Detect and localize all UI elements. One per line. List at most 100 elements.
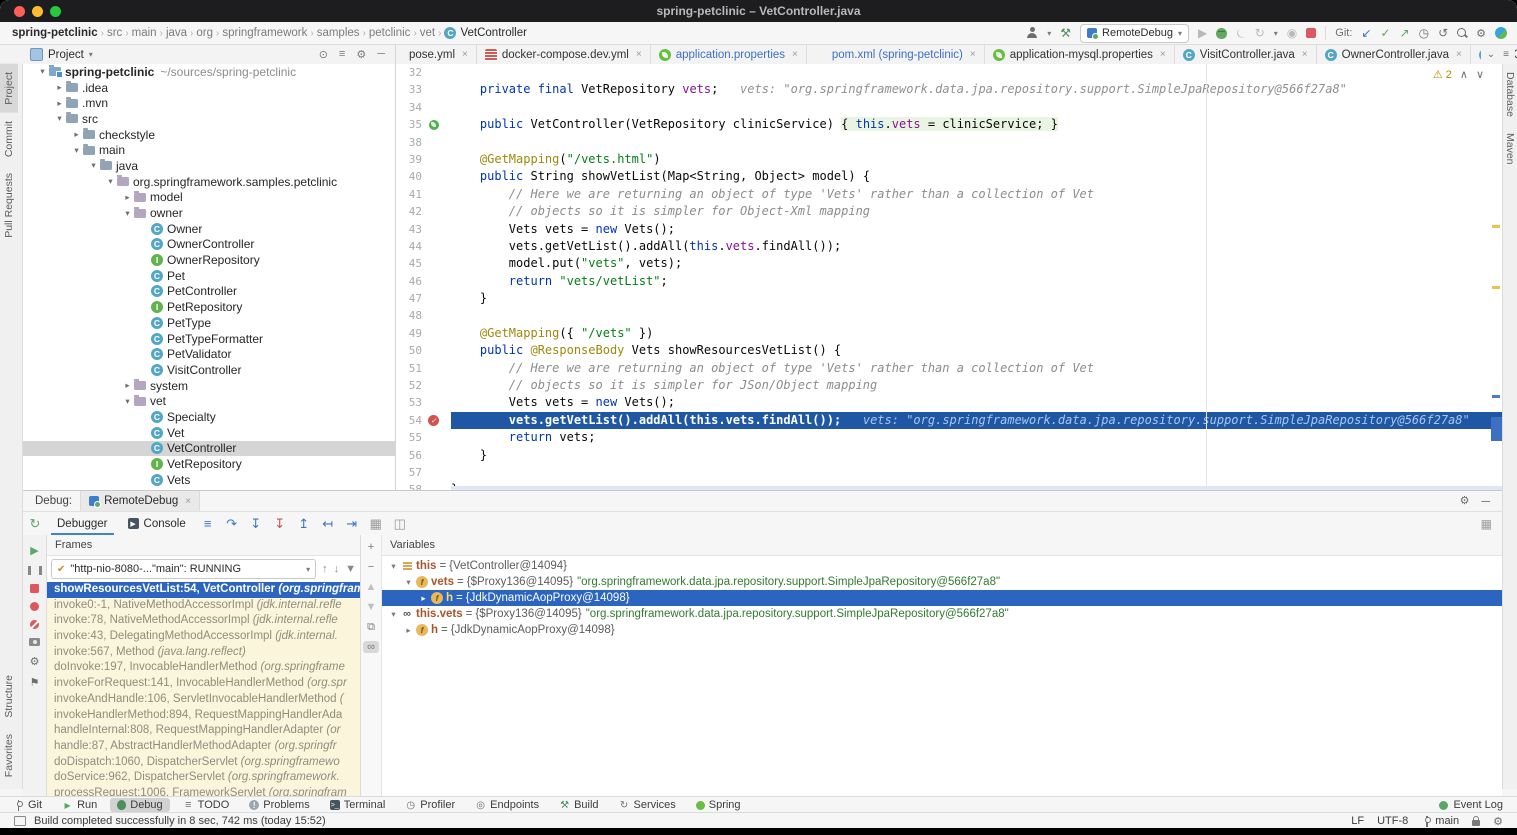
gutter-icon-slot[interactable] xyxy=(426,255,441,272)
breadcrumb-current[interactable]: VetController xyxy=(444,27,526,39)
code-text[interactable]: } xyxy=(451,290,1502,307)
tree-row[interactable]: PetTypeFormatter xyxy=(23,331,395,347)
tool-stripe-tab[interactable]: Database xyxy=(1503,64,1517,125)
code-line[interactable]: 39 @GetMapping("/vets.html") xyxy=(396,151,1502,168)
tree-row[interactable]: OwnerController xyxy=(23,237,395,253)
expand-arrow-icon[interactable]: ▾ xyxy=(388,561,399,572)
tree-row[interactable]: ▸ .mvn xyxy=(23,95,395,111)
drop-frame-icon[interactable]: ↤ xyxy=(316,516,340,532)
step-over-icon[interactable]: ↷ xyxy=(220,516,244,532)
tool-window-button[interactable]: Profiler xyxy=(398,798,462,812)
code-text[interactable]: // objects so it is simpler for JSon/Obj… xyxy=(451,377,1502,394)
close-icon[interactable]: × xyxy=(1456,49,1462,60)
code-text[interactable]: @GetMapping("/vets.html") xyxy=(451,151,1502,168)
breadcrumb-item[interactable]: org xyxy=(196,27,213,39)
breadcrumb-item[interactable]: src xyxy=(107,27,122,39)
tree-row[interactable]: Specialty xyxy=(23,409,395,425)
fold-column[interactable] xyxy=(441,394,451,411)
next-frame-icon[interactable]: ↓ xyxy=(334,563,340,575)
code-text[interactable]: @GetMapping({ "/vets" }) xyxy=(451,325,1502,342)
tree-row[interactable]: ▸ system xyxy=(23,378,395,394)
gutter-icon-slot[interactable] xyxy=(426,64,441,81)
git-commit-icon[interactable]: ✓ xyxy=(1380,26,1390,40)
gutter-icon-slot[interactable] xyxy=(426,464,441,481)
tree-row[interactable]: ▸ model xyxy=(23,190,395,206)
code-line[interactable]: 45 model.put("vets", vets); xyxy=(396,255,1502,272)
tree-row[interactable]: VetController xyxy=(23,441,395,457)
code-line[interactable]: 55 return vets; xyxy=(396,429,1502,446)
show-watches-icon[interactable]: ∞ xyxy=(363,641,379,653)
settings-gear-icon[interactable]: ⚙ xyxy=(1476,27,1486,40)
tree-row[interactable]: ▾ owner xyxy=(23,205,395,221)
tree-row[interactable]: OwnerRepository xyxy=(23,252,395,268)
frame-row[interactable]: invoke:78, NativeMethodAccessorImpl (jdk… xyxy=(47,613,360,629)
gutter-icon-slot[interactable] xyxy=(426,273,441,290)
profiler-button[interactable]: ◉ xyxy=(1287,26,1297,40)
code-text[interactable] xyxy=(451,307,1502,324)
tool-stripe-tab[interactable]: Pull Requests xyxy=(0,165,18,246)
expand-arrow-icon[interactable]: ▾ xyxy=(105,176,116,187)
stop-button[interactable] xyxy=(1306,28,1316,38)
variable-row[interactable]: ▾ this.vets = {$Proxy136@14095} "org.spr… xyxy=(382,606,1502,622)
hide-panel-icon[interactable]: ─ xyxy=(377,48,385,61)
fold-column[interactable] xyxy=(441,273,451,290)
tree-row[interactable]: Vet xyxy=(23,425,395,441)
fold-column[interactable] xyxy=(441,325,451,342)
fold-column[interactable] xyxy=(441,481,451,490)
close-icon[interactable]: × xyxy=(792,49,798,60)
gutter-icon-slot[interactable] xyxy=(426,116,441,133)
tool-window-button[interactable]: Terminal xyxy=(323,798,393,812)
code-text[interactable] xyxy=(451,134,1502,151)
code-line[interactable]: 50 public @ResponseBody Vets showResourc… xyxy=(396,342,1502,359)
code-line[interactable]: 41 // Here we are returning an object of… xyxy=(396,186,1502,203)
frame-row[interactable]: handleInternal:808, RequestMappingHandle… xyxy=(47,723,360,739)
close-icon[interactable]: × xyxy=(1160,49,1166,60)
fold-column[interactable] xyxy=(441,203,451,220)
fold-column[interactable] xyxy=(441,307,451,324)
expand-arrow-icon[interactable]: ▸ xyxy=(54,98,65,109)
fold-column[interactable] xyxy=(441,412,451,429)
git-branch-indicator[interactable]: main xyxy=(1421,815,1459,827)
layout-menu-icon[interactable]: ≡ xyxy=(196,516,220,531)
expand-arrow-icon[interactable]: ▾ xyxy=(122,396,133,407)
fold-column[interactable] xyxy=(441,464,451,481)
gutter-icon-slot[interactable] xyxy=(426,342,441,359)
add-watch-icon[interactable]: + xyxy=(363,541,379,553)
variable-row[interactable]: ▾ vets = {$Proxy136@14095} "org.springfr… xyxy=(382,574,1502,590)
debug-session-tab[interactable]: RemoteDebug × xyxy=(80,491,200,511)
gutter-icon-slot[interactable] xyxy=(426,134,441,151)
evaluate-expression-icon[interactable]: ▦ xyxy=(364,516,388,532)
fold-column[interactable] xyxy=(441,134,451,151)
close-icon[interactable]: × xyxy=(185,496,191,507)
code-text[interactable]: model.put("vets", vets); xyxy=(451,255,1502,272)
chevron-down-icon[interactable]: ▾ xyxy=(1274,29,1278,38)
tool-window-button[interactable]: Git xyxy=(6,798,49,812)
gutter-icon-slot[interactable] xyxy=(426,238,441,255)
frame-row[interactable]: invoke0:-1, NativeMethodAccessorImpl (jd… xyxy=(47,598,360,614)
fold-column[interactable] xyxy=(441,221,451,238)
locate-file-icon[interactable]: ⊙ xyxy=(319,48,328,61)
code-line[interactable]: 44 vets.getVetList().addAll(this.vets.fi… xyxy=(396,238,1502,255)
next-problem-icon[interactable]: ∨ xyxy=(1476,68,1484,81)
gutter-icon-slot[interactable] xyxy=(426,290,441,307)
remove-watch-icon[interactable]: − xyxy=(363,561,379,573)
expand-arrow-icon[interactable]: ▾ xyxy=(71,145,82,156)
gutter-icon-slot[interactable] xyxy=(426,203,441,220)
gradle-sync-icon[interactable] xyxy=(1495,27,1507,39)
breadcrumb-item[interactable]: spring-petclinic xyxy=(12,27,98,39)
tree-row[interactable]: ▸ .idea xyxy=(23,80,395,96)
expand-arrow-icon[interactable]: ▸ xyxy=(71,129,82,140)
gutter-icon-slot[interactable] xyxy=(426,377,441,394)
lock-icon[interactable] xyxy=(1472,820,1480,826)
chevron-down-icon[interactable]: ▾ xyxy=(89,50,93,59)
step-out-icon[interactable]: ↥ xyxy=(292,516,316,532)
tool-stripe-tab[interactable]: Maven xyxy=(1503,125,1517,173)
fold-column[interactable] xyxy=(441,151,451,168)
code-text[interactable]: Vets vets = new Vets(); xyxy=(451,394,1502,411)
fold-column[interactable] xyxy=(441,377,451,394)
filter-frames-icon[interactable]: ▼ xyxy=(345,563,356,575)
tree-row[interactable]: Vets xyxy=(23,472,395,488)
code-text[interactable]: return "vets/vetList"; xyxy=(451,273,1502,290)
tree-row[interactable]: ▾ main xyxy=(23,142,395,158)
mute-breakpoints-icon[interactable] xyxy=(30,620,39,629)
